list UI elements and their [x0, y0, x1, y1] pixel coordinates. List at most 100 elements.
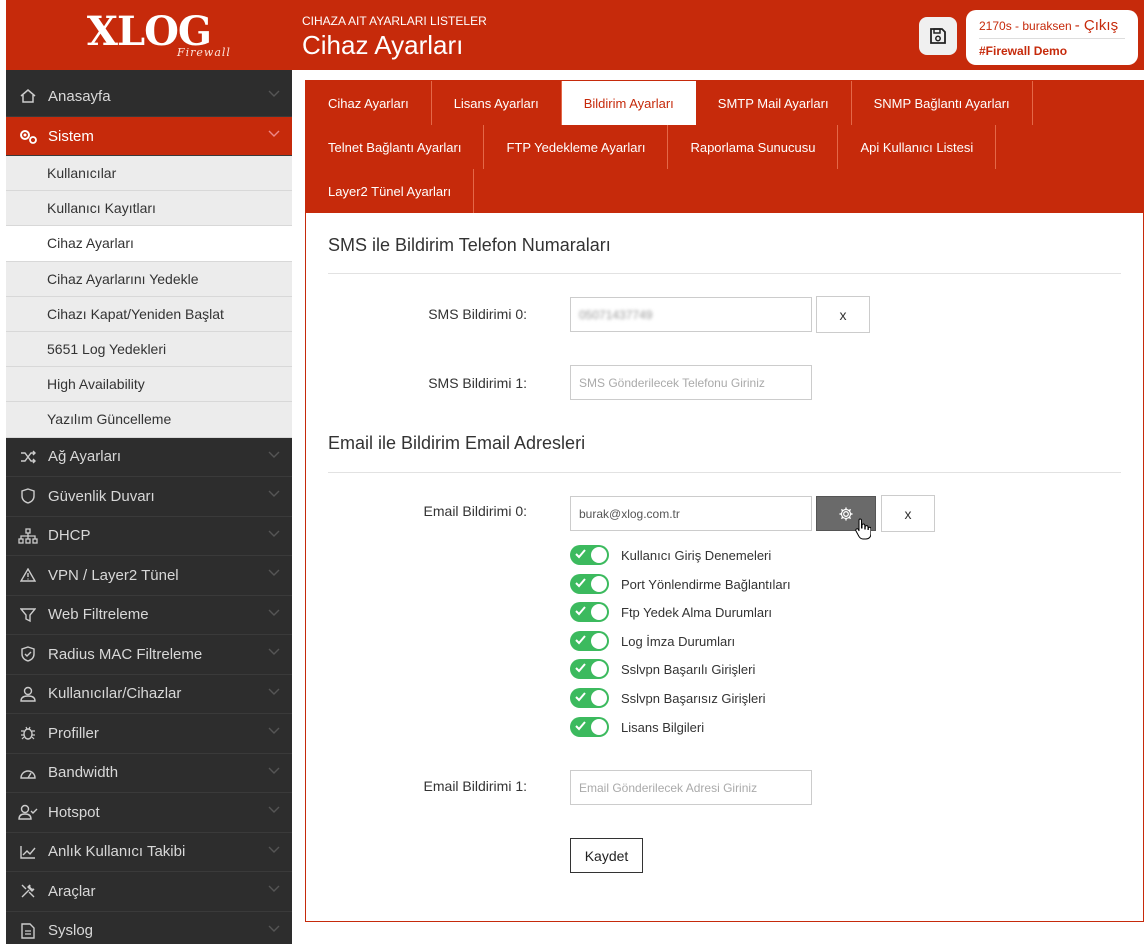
- page-subtitle: CIHAZA AIT AYARLARI LISTELER: [302, 14, 487, 28]
- sidebar-item-label: Güvenlik Duvarı: [48, 487, 155, 505]
- toggle-label: Sslvpn Başarılı Girişleri: [621, 661, 756, 677]
- toggle-label: Log İmza Durumları: [621, 633, 736, 649]
- chevron-down-icon: [268, 885, 280, 892]
- main-panel: Cihaz Ayarları Lisans Ayarları Bildirim …: [305, 80, 1144, 922]
- tab-api[interactable]: Api Kullanıcı Listesi: [838, 125, 997, 169]
- sidebar-item-label: Syslog: [48, 922, 94, 940]
- sidebar-item-hotspot[interactable]: Hotspot: [6, 793, 292, 833]
- toggle-label: Lisans Bilgileri: [621, 719, 705, 735]
- toggle-row: Port Yönlendirme Bağlantıları: [570, 573, 791, 595]
- sidebar-subitem-kullanicilar[interactable]: Kullanıcılar: [6, 156, 292, 192]
- sidebar-item-sistem[interactable]: Sistem: [6, 117, 292, 156]
- sidebar-item-kullanicilar-cihazlar[interactable]: Kullanıcılar/Cihazlar: [6, 675, 292, 714]
- sidebar-item-syslog[interactable]: Syslog: [6, 912, 292, 944]
- email-input-1[interactable]: Email Gönderilecek Adresi Giriniz: [570, 770, 812, 805]
- email-section-title: Email ile Bildirim Email Adresleri: [328, 433, 586, 453]
- filter-icon: [18, 605, 38, 625]
- user-name[interactable]: 2170s - buraksen: [979, 19, 1072, 33]
- tab-snmp[interactable]: SNMP Bağlantı Ayarları: [852, 81, 1033, 125]
- chevron-down-icon: [268, 130, 280, 137]
- sidebar-item-profiller[interactable]: Profiller: [6, 714, 292, 754]
- toggle-switch[interactable]: [570, 545, 609, 565]
- sms-input-0[interactable]: 05071437749: [570, 297, 812, 332]
- shield-check-icon: [18, 644, 38, 664]
- sidebar-subitem-kullanici-kayitlari[interactable]: Kullanıcı Kayıtları: [6, 191, 292, 227]
- tab-telnet[interactable]: Telnet Bağlantı Ayarları: [306, 125, 485, 169]
- chevron-down-icon: [268, 846, 280, 853]
- home-icon: [18, 86, 38, 106]
- save-config-button[interactable]: [919, 17, 957, 55]
- check-icon: [575, 721, 586, 731]
- sidebar-item-dhcp[interactable]: DHCP: [6, 517, 292, 556]
- gear-icon: [839, 507, 853, 520]
- tab-cihaz-ayarlari[interactable]: Cihaz Ayarları: [306, 81, 432, 125]
- toggle-switch[interactable]: [570, 574, 609, 594]
- sidebar-item-label: Web Filtreleme: [48, 606, 149, 624]
- check-icon: [575, 606, 586, 616]
- tab-raporlama[interactable]: Raporlama Sunucusu: [668, 125, 839, 169]
- sms-label-1: SMS Bildirimi 1:: [428, 375, 527, 391]
- sidebar-item-label: DHCP: [48, 527, 91, 545]
- sidebar-subitem-yazilim-guncelleme[interactable]: Yazılım Güncelleme: [6, 402, 292, 438]
- sidebar-subitem-cihaz-ayarlari[interactable]: Cihaz Ayarları: [6, 226, 292, 262]
- chevron-down-icon: [268, 925, 280, 932]
- toggle-switch[interactable]: [570, 717, 609, 737]
- sidebar-item-vpn[interactable]: VPN / Layer2 Tünel: [6, 556, 292, 596]
- toggle-switch[interactable]: [570, 631, 609, 651]
- chevron-down-icon: [268, 451, 280, 458]
- sidebar-item-bandwidth[interactable]: Bandwidth: [6, 754, 292, 793]
- email-input-0[interactable]: burak@xlog.com.tr: [570, 496, 812, 531]
- chevron-down-icon: [268, 490, 280, 497]
- page-title: Cihaz Ayarları: [302, 30, 464, 60]
- chevron-down-icon: [268, 767, 280, 774]
- logout-link[interactable]: - Çıkış: [1075, 17, 1118, 34]
- sidebar-subitem-yedekle[interactable]: Cihaz Ayarlarını Yedekle: [6, 261, 292, 297]
- divider: [979, 38, 1125, 39]
- check-icon: [575, 635, 586, 645]
- toggle-switch[interactable]: [570, 688, 609, 708]
- sidebar-subitem-high-availability[interactable]: High Availability: [6, 367, 292, 403]
- tab-smtp[interactable]: SMTP Mail Ayarları: [696, 81, 852, 125]
- hand-cursor-icon: [855, 518, 871, 540]
- sidebar-item-label: VPN / Layer2 Tünel: [48, 566, 179, 584]
- sidebar-item-anlik-kullanici[interactable]: Anlık Kullanıcı Takibi: [6, 833, 292, 872]
- sidebar-item-guvenlik-duvari[interactable]: Güvenlik Duvarı: [6, 477, 292, 517]
- toggle-row: Ftp Yedek Alma Durumları: [570, 601, 772, 623]
- sidebar-item-araclar[interactable]: Araçlar: [6, 872, 292, 912]
- toggle-switch[interactable]: [570, 659, 609, 679]
- tab-lisans-ayarlari[interactable]: Lisans Ayarları: [432, 81, 562, 125]
- toggle-row: Sslvpn Başarısız Girişleri: [570, 687, 765, 709]
- toggle-row: Kullanıcı Giriş Denemeleri: [570, 544, 771, 566]
- chart-line-icon: [18, 842, 38, 862]
- sidebar-item-label: Bandwidth: [48, 764, 119, 782]
- toggle-label: Port Yönlendirme Bağlantıları: [621, 576, 791, 592]
- save-button[interactable]: Kaydet: [570, 838, 643, 873]
- chevron-down-icon: [268, 90, 280, 97]
- email-remove-button-0[interactable]: x: [881, 495, 935, 532]
- top-header: CIHAZA AIT AYARLARI LISTELER Cihaz Ayarl…: [292, 0, 1144, 70]
- sidebar-subitem-kapat[interactable]: Cihazı Kapat/Yeniden Başlat: [6, 296, 292, 332]
- toggle-label: Kullanıcı Giriş Denemeleri: [621, 547, 772, 563]
- sidebar-item-web-filtreleme[interactable]: Web Filtreleme: [6, 596, 292, 635]
- sidebar-subitem-log-yedekleri[interactable]: 5651 Log Yedekleri: [6, 331, 292, 368]
- user-icon: [18, 684, 38, 704]
- tab-ftp[interactable]: FTP Yedekleme Ayarları: [484, 125, 669, 169]
- demo-label: #Firewall Demo: [979, 44, 1068, 58]
- user-row: 2170s - buraksen - Çıkış: [979, 17, 1125, 34]
- tab-bildirim-ayarlari[interactable]: Bildirim Ayarları: [561, 81, 696, 125]
- sidebar-item-ag-ayarlari[interactable]: Ağ Ayarları: [6, 438, 292, 477]
- sidebar-item-anasayfa[interactable]: Anasayfa: [6, 70, 292, 117]
- chevron-down-icon: [268, 609, 280, 616]
- sitemap-icon: [18, 526, 38, 546]
- sidebar-item-radius-mac[interactable]: Radius MAC Filtreleme: [6, 635, 292, 675]
- tab-bar: Cihaz Ayarları Lisans Ayarları Bildirim …: [306, 81, 1143, 213]
- toggle-switch[interactable]: [570, 602, 609, 622]
- sms-remove-button-0[interactable]: x: [816, 296, 870, 333]
- sidebar-item-label: Anasayfa: [48, 87, 111, 105]
- logo[interactable]: XLOG Firewall: [6, 0, 292, 70]
- check-icon: [575, 663, 586, 673]
- sms-input-1[interactable]: SMS Gönderilecek Telefonu Giriniz: [570, 365, 812, 400]
- toggle-row: Sslvpn Başarılı Girişleri: [570, 658, 755, 680]
- tab-layer2[interactable]: Layer2 Tünel Ayarları: [306, 169, 475, 213]
- chevron-down-icon: [268, 688, 280, 695]
